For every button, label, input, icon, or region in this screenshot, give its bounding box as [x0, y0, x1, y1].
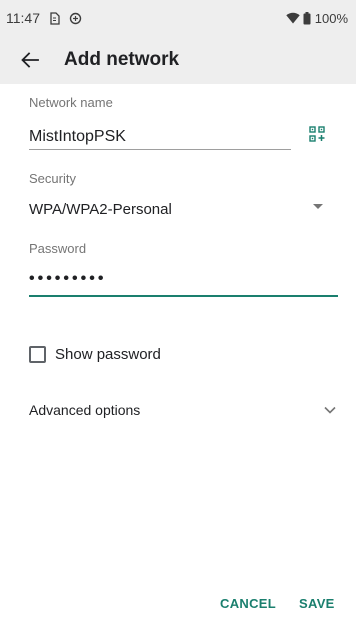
back-button[interactable]: [6, 36, 54, 84]
security-label: Security: [29, 171, 76, 186]
advanced-options-row[interactable]: Advanced options: [0, 394, 356, 426]
data-saver-icon: [69, 12, 82, 25]
show-password-checkbox[interactable]: [29, 346, 46, 363]
chevron-down-icon: [324, 406, 336, 414]
battery-percent: 100%: [314, 10, 348, 26]
dialog-actions: CANCEL SAVE: [0, 596, 356, 620]
battery-icon: [303, 11, 311, 25]
sim-icon: [48, 11, 61, 25]
password-underline: [29, 295, 338, 297]
security-select[interactable]: WPA/WPA2-Personal: [29, 201, 172, 218]
add-network-screen: 11:47 100% Add network Network name Mist…: [0, 0, 356, 630]
show-password-label[interactable]: Show password: [55, 346, 161, 363]
password-label: Password: [29, 241, 87, 256]
network-name-underline: [29, 149, 291, 150]
save-button[interactable]: SAVE: [299, 596, 335, 611]
network-name-label: Network name: [29, 95, 113, 110]
app-bar: Add network: [0, 36, 356, 84]
cancel-button[interactable]: CANCEL: [220, 596, 276, 611]
wifi-icon: [286, 12, 300, 25]
password-input[interactable]: •••••••••: [29, 270, 106, 288]
advanced-options-label: Advanced options: [29, 402, 141, 418]
qr-code-scan-icon: [309, 126, 325, 142]
page-title: Add network: [64, 49, 180, 70]
arrow-back-icon: [21, 52, 39, 68]
status-left: 11:47: [6, 10, 82, 26]
network-name-input[interactable]: MistIntopPSK: [29, 128, 126, 146]
qr-scan-button[interactable]: [306, 123, 328, 145]
form-content: Network name MistIntopPSK Security WPA/W…: [0, 84, 356, 630]
status-time: 11:47: [6, 10, 40, 26]
status-right: 100%: [286, 11, 348, 26]
status-bar: 11:47 100%: [0, 0, 356, 36]
dropdown-arrow-icon[interactable]: [313, 204, 323, 209]
